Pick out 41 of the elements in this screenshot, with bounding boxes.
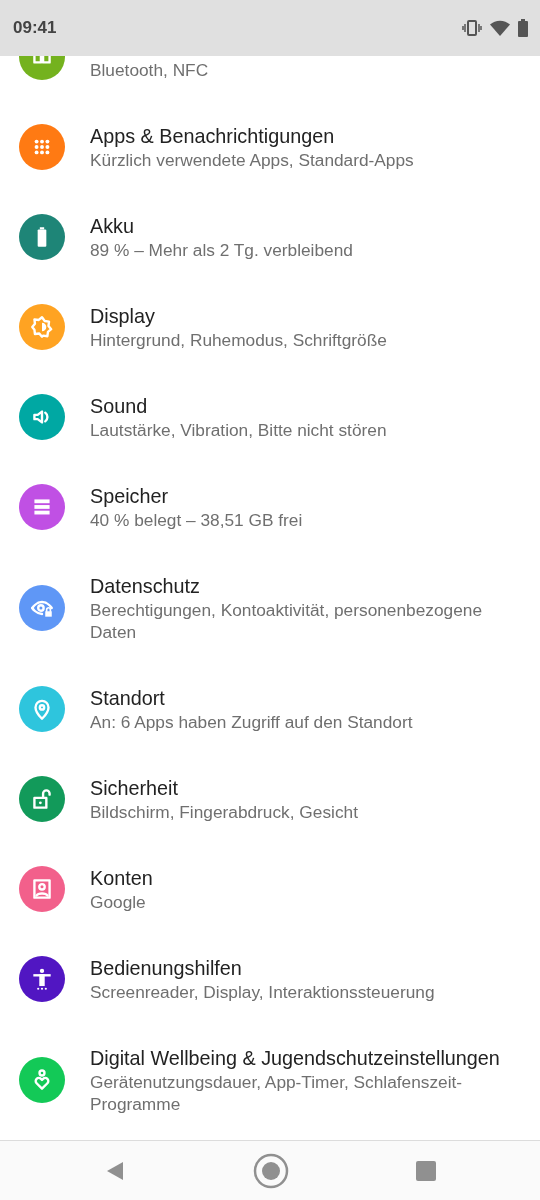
settings-item[interactable]: Bedienungshilfen Screenreader, Display, Interaktionssteuerung: [0, 934, 540, 1024]
settings-item[interactable]: Apps & Benachrichtigungen Kürzlich verwendete Apps, Standard-Apps: [0, 102, 540, 192]
setting-title: Speicher: [90, 483, 170, 509]
setting-title: Sicherheit: [90, 775, 179, 801]
setting-summary: Gerätenutzungsdauer, App-Timer, Schlafenszeit-Programme: [90, 1070, 464, 1115]
setting-title: Akku: [90, 213, 135, 239]
setting-summary: An: 6 Apps haben Zugriff auf den Standort: [90, 710, 413, 733]
setting-summary: Kürzlich verwendete Apps, Standard-Apps: [90, 148, 414, 171]
setting-title: Standort: [90, 685, 166, 711]
settings-item[interactable]: Speicher 40 % belegt – 38,51 GB frei: [0, 462, 540, 552]
home-button[interactable]: [253, 1152, 289, 1189]
setting-summary: 40 % belegt – 38,51 GB frei: [90, 508, 303, 531]
setting-title: Datenschutz: [90, 573, 201, 599]
settings-item[interactable]: Akku 89 % – Mehr als 2 Tg. verbleibend: [0, 192, 540, 282]
vibrate-icon: [462, 20, 482, 36]
setting-title: Bedienungshilfen: [90, 955, 243, 981]
recents-button[interactable]: [416, 1160, 437, 1181]
setting-title: Display: [90, 303, 156, 329]
setting-summary: Screenreader, Display, Interaktionssteuerung: [90, 980, 435, 1003]
setting-summary: Hintergrund, Ruhemodus, Schriftgröße: [90, 328, 387, 351]
setting-summary: 89 % – Mehr als 2 Tg. verbleibend: [90, 238, 353, 261]
setting-title: Digital Wellbeing & Jugendschutzeinstellungen: [90, 1045, 501, 1071]
settings-item[interactable]: Digital Wellbeing & Jugendschutzeinstellungen Gerätenutzungsdauer, App-Timer, Schlafenszeit-Programme: [0, 1024, 540, 1136]
setting-summary: Berechtigungen, Kontoaktivität, personenbezogene Daten: [90, 598, 483, 643]
battery-icon: [518, 19, 528, 37]
settings-item[interactable]: Standort An: 6 Apps haben Zugriff auf den Standort: [0, 664, 540, 754]
setting-summary: Google: [90, 890, 147, 913]
settings-item[interactable]: Datenschutz Berechtigungen, Kontoaktivität, personenbezogene Daten: [0, 552, 540, 664]
settings-item[interactable]: Sound Lautstärke, Vibration, Bitte nicht stören: [0, 372, 540, 462]
status-time: 09:41: [13, 18, 57, 38]
wifi-icon: [490, 20, 510, 36]
setting-summary: Bluetooth, NFC: [90, 58, 209, 81]
settings-item[interactable]: Sicherheit Bildschirm, Fingerabdruck, Gesicht: [0, 754, 540, 844]
settings-item[interactable]: Display Hintergrund, Ruhemodus, Schriftgröße: [0, 282, 540, 372]
setting-title: Apps & Benachrichtigungen: [90, 123, 336, 149]
setting-title: Konten: [90, 865, 153, 891]
setting-title: Sound: [90, 393, 149, 419]
setting-summary: Bildschirm, Fingerabdruck, Gesicht: [90, 800, 358, 823]
settings-item[interactable]: Bluetooth, NFC: [0, 56, 540, 102]
setting-summary: Lautstärke, Vibration, Bitte nicht stören: [90, 418, 387, 441]
settings-item[interactable]: Konten Google: [0, 844, 540, 934]
